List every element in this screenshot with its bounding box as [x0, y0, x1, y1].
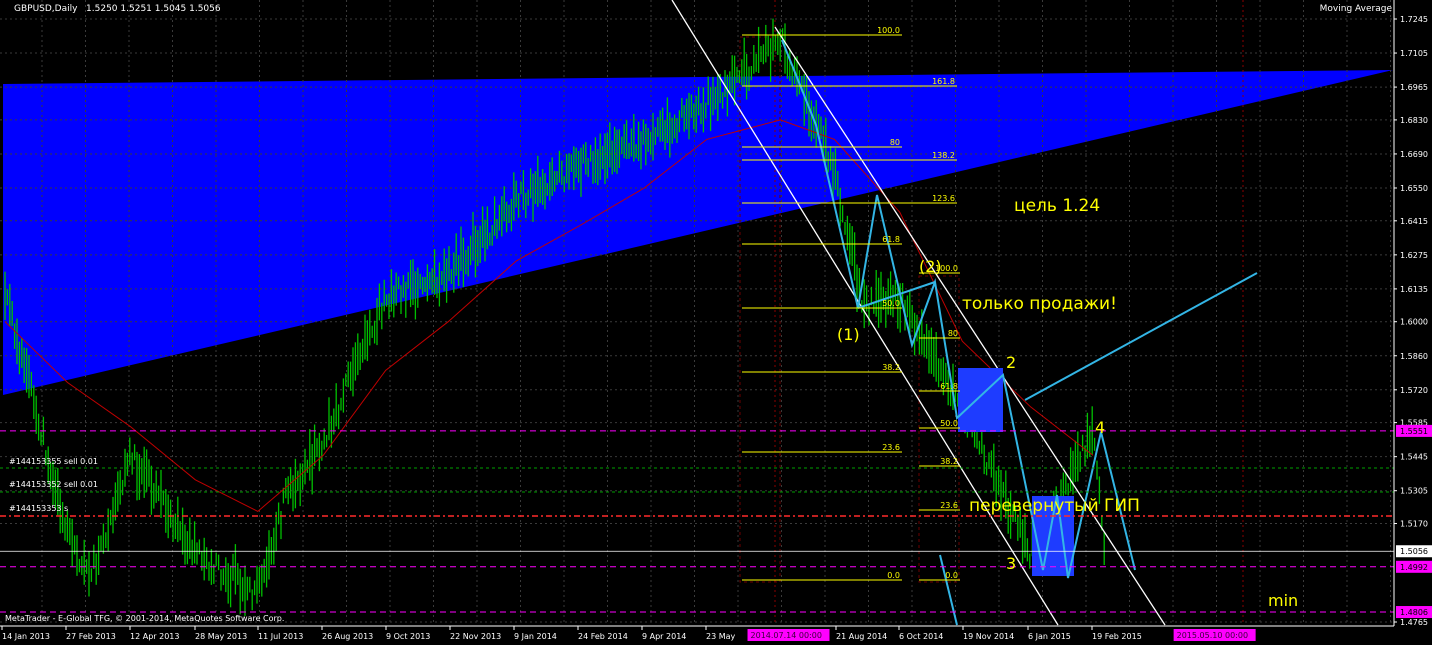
price-tick-label: 1.6275: [1400, 251, 1428, 260]
price-tick-label: 1.5170: [1400, 520, 1428, 529]
fibo-level-label: 138.2: [932, 151, 955, 160]
copyright-text: MetaTrader - E-Global TFG, © 2001-2014, …: [5, 614, 285, 623]
price-tick-label: 1.4765: [1400, 618, 1428, 627]
time-tick-label: 6 Jan 2015: [1028, 632, 1071, 641]
price-tick-label: 1.5720: [1400, 386, 1428, 395]
time-tick-label: 12 Apr 2013: [130, 632, 179, 641]
price-marker-label: 1.5551: [1400, 427, 1428, 436]
symbol-label: GBPUSD,Daily: [14, 4, 78, 14]
price-tick-label: 1.6690: [1400, 150, 1428, 159]
range-box: [958, 368, 1003, 432]
price-tick-label: 1.5445: [1400, 453, 1428, 462]
price-marker-label: 1.5056: [1400, 547, 1428, 556]
wave-label: (1): [837, 325, 860, 344]
price-tick-label: 1.5305: [1400, 487, 1428, 496]
wave-line: [939, 554, 958, 626]
time-tick-label: 9 Apr 2014: [642, 632, 686, 641]
indicator-label[interactable]: Moving Average: [1320, 4, 1392, 14]
fibo-level-label: 61.8: [940, 382, 958, 391]
fibo-level-label: 38.2: [940, 457, 958, 466]
time-tick-label: 9 Oct 2013: [386, 632, 430, 641]
fibo-level-label: 38.2: [882, 363, 900, 372]
wave-label: (2): [919, 257, 942, 276]
time-tick-label: 11 Jul 2013: [258, 632, 303, 641]
fibo-level-label: 61.8: [882, 235, 900, 244]
fibo-level-label: 0.0: [945, 571, 958, 580]
price-marker-label: 1.4992: [1400, 563, 1428, 572]
price-tick-label: 1.6965: [1400, 83, 1428, 92]
trendline-ray: [1024, 272, 1258, 401]
wave-label: 2: [1006, 353, 1016, 372]
order-label[interactable]: #144153355 sell 0.01: [9, 457, 98, 466]
wave-label: 3: [1006, 554, 1016, 573]
time-tick-label: 24 Feb 2014: [578, 632, 628, 641]
fibo-level-label: 80: [948, 329, 958, 338]
fibo-level-label: 123.6: [932, 194, 955, 203]
fibo-level-label: 50.0: [882, 299, 900, 308]
time-marker-label: 2015.05.10 00:00: [1177, 631, 1248, 640]
time-tick-label: 28 May 2013: [195, 632, 247, 641]
price-marker-label: 1.4806: [1400, 608, 1428, 617]
time-tick-label: 21 Aug 2014: [836, 632, 887, 641]
fibo-level-label: 50.0: [940, 419, 958, 428]
fibo-level-label: 161.8: [932, 77, 955, 86]
wave-label: перевернутый ГИП: [969, 496, 1140, 516]
time-tick-label: 19 Nov 2014: [963, 632, 1014, 641]
price-tick-label: 1.6830: [1400, 116, 1428, 125]
order-label[interactable]: #144153352 sell 0.01: [9, 480, 98, 489]
time-tick-label: 27 Feb 2013: [66, 632, 116, 641]
wave-label: 4: [1095, 418, 1105, 437]
price-tick-label: 1.6135: [1400, 285, 1428, 294]
channel-fill: [3, 70, 1393, 395]
time-tick-label: 23 May: [706, 632, 736, 641]
fibo-level-label: 0.0: [887, 571, 900, 580]
price-chart[interactable]: 100.0 161.8 80 138.2 123.6 61.8 50.0 38.2 23.6 0.…: [0, 0, 1432, 645]
wave-label: цель 1.24: [1014, 196, 1100, 216]
price-tick-label: 1.6000: [1400, 318, 1428, 327]
mt4-chart-window: 100.0 161.8 80 138.2 123.6 61.8 50.0 38.2 23.6 0.…: [0, 0, 1432, 645]
time-tick-label: 9 Jan 2014: [514, 632, 557, 641]
price-tick-label: 1.6415: [1400, 217, 1428, 226]
ohlc-values: 1.5250 1.5251 1.5045 1.5056: [86, 4, 221, 14]
time-tick-label: 6 Oct 2014: [899, 632, 943, 641]
time-tick-label: 14 Jan 2013: [2, 632, 50, 641]
fibo-level-label: 23.6: [940, 501, 958, 510]
price-tick-label: 1.7245: [1400, 15, 1428, 24]
fibo-level-label: 100.0: [877, 26, 900, 35]
time-tick-label: 22 Nov 2013: [450, 632, 501, 641]
fibo-level-label: 80: [890, 138, 900, 147]
time-tick-label: 19 Feb 2015: [1092, 632, 1142, 641]
chart-header: GBPUSD,Daily 1.5250 1.5251 1.5045 1.5056: [14, 4, 221, 14]
price-tick-label: 1.5860: [1400, 352, 1428, 361]
time-marker-label: 2014.07.14 00:00: [751, 631, 822, 640]
price-tick-label: 1.7105: [1400, 49, 1428, 58]
wave-label: min: [1268, 591, 1298, 610]
wave-label: только продажи!: [962, 294, 1117, 314]
price-tick-label: 1.6550: [1400, 184, 1428, 193]
order-label[interactable]: #144153353 s: [9, 504, 68, 513]
fibo-level-label: 23.6: [882, 443, 900, 452]
time-tick-label: 26 Aug 2013: [322, 632, 373, 641]
